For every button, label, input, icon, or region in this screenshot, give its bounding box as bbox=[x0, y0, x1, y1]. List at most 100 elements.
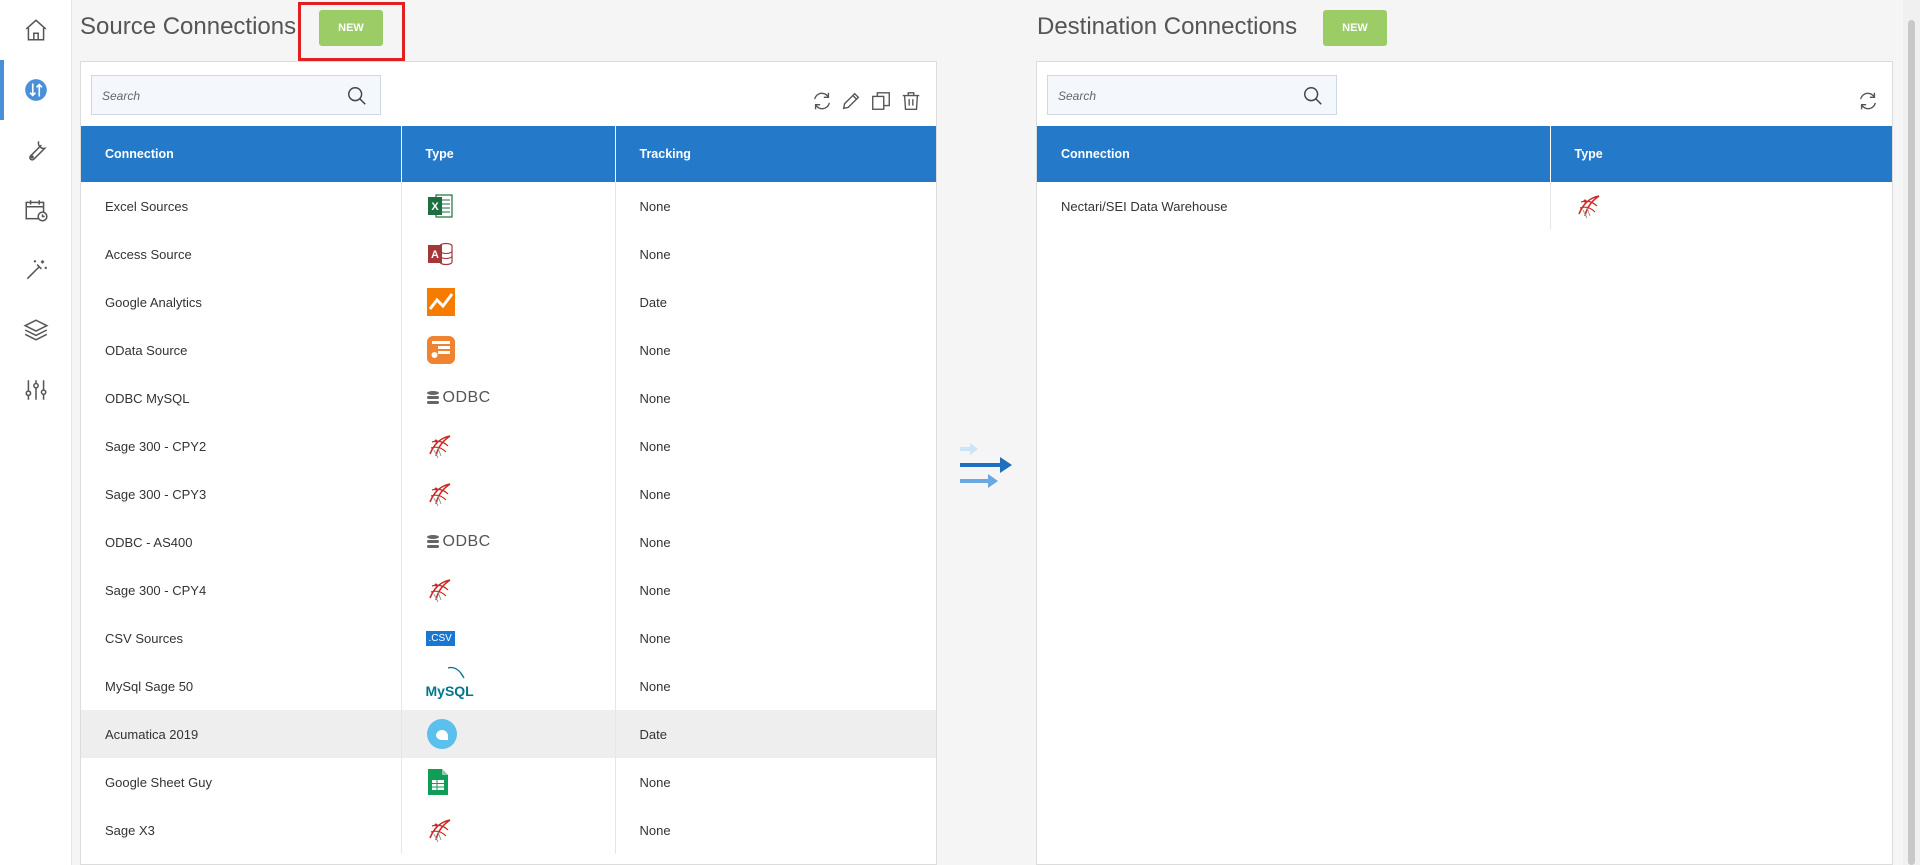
connection-type-cell[interactable]: .CSV bbox=[401, 614, 616, 662]
table-row[interactable]: Sage 300 - CPY3 None bbox=[81, 470, 936, 518]
source-delete-button[interactable] bbox=[900, 90, 924, 114]
table-row[interactable]: Sage 300 - CPY4 None bbox=[81, 566, 936, 614]
tracking-cell[interactable]: None bbox=[615, 422, 936, 470]
connection-type-cell[interactable] bbox=[1550, 182, 1892, 230]
table-row[interactable]: Nectari/SEI Data Warehouse bbox=[1037, 182, 1892, 230]
acumatica-icon bbox=[426, 710, 615, 758]
left-navigation bbox=[0, 0, 72, 865]
destination-refresh-button[interactable] bbox=[1857, 90, 1881, 114]
connection-type-cell[interactable]: X bbox=[401, 182, 616, 230]
column-header-type[interactable]: Type bbox=[401, 126, 616, 182]
connection-name-cell[interactable]: Google Analytics bbox=[81, 278, 402, 326]
google-sheets-icon bbox=[426, 758, 615, 806]
source-connections-table: Connection Type Tracking Excel Sources X N… bbox=[81, 126, 936, 854]
connection-name-cell[interactable]: Sage X3 bbox=[81, 806, 402, 854]
source-search-input[interactable] bbox=[92, 76, 344, 116]
table-row[interactable]: OData Source None bbox=[81, 326, 936, 374]
odbc-icon: ODBC bbox=[426, 518, 615, 566]
csv-icon: .CSV bbox=[425, 614, 615, 662]
column-header-tracking[interactable]: Tracking bbox=[615, 126, 936, 182]
source-refresh-button[interactable] bbox=[811, 90, 835, 114]
refresh-icon bbox=[1859, 92, 1877, 110]
connection-name-cell[interactable]: ODBC MySQL bbox=[81, 374, 402, 422]
new-destination-button[interactable]: NEW bbox=[1323, 10, 1387, 46]
connection-type-cell[interactable] bbox=[401, 710, 616, 758]
sql-server-icon bbox=[1575, 182, 1893, 230]
connection-type-cell[interactable] bbox=[401, 566, 616, 614]
column-header-connection[interactable]: Connection bbox=[81, 126, 402, 182]
connection-type-cell[interactable] bbox=[401, 326, 616, 374]
source-edit-button[interactable] bbox=[840, 90, 864, 114]
connection-name-cell[interactable]: Acumatica 2019 bbox=[81, 710, 402, 758]
connection-name-cell[interactable]: Nectari/SEI Data Warehouse bbox=[1037, 182, 1551, 230]
sql-server-icon bbox=[426, 422, 615, 470]
tracking-cell[interactable]: None bbox=[615, 374, 936, 422]
table-row[interactable]: Acumatica 2019 Date bbox=[81, 710, 936, 758]
connection-type-cell[interactable] bbox=[401, 758, 616, 806]
tracking-cell[interactable]: None bbox=[615, 518, 936, 566]
connection-type-cell[interactable]: ODBC bbox=[401, 374, 616, 422]
tracking-cell[interactable]: None bbox=[615, 326, 936, 374]
tracking-cell[interactable]: None bbox=[615, 614, 936, 662]
nav-data-transfer[interactable] bbox=[0, 60, 71, 120]
nav-tools[interactable] bbox=[0, 120, 71, 180]
table-row[interactable]: ODBC MySQL ODBC None bbox=[81, 374, 936, 422]
table-header-row: Connection Type bbox=[1037, 126, 1892, 182]
excel-icon: X bbox=[426, 182, 615, 230]
connection-type-cell[interactable] bbox=[401, 806, 616, 854]
tracking-cell[interactable]: Date bbox=[615, 710, 936, 758]
tracking-cell[interactable]: None bbox=[615, 470, 936, 518]
refresh-icon bbox=[813, 92, 831, 110]
tracking-cell[interactable]: None bbox=[615, 662, 936, 710]
connection-name-cell[interactable]: CSV Sources bbox=[81, 614, 402, 662]
nav-settings[interactable] bbox=[0, 360, 71, 420]
connection-type-cell[interactable]: A bbox=[401, 230, 616, 278]
connection-name-cell[interactable]: OData Source bbox=[81, 326, 402, 374]
destination-search-input[interactable] bbox=[1048, 76, 1300, 116]
connection-name-cell[interactable]: Excel Sources bbox=[81, 182, 402, 230]
tracking-cell[interactable]: None bbox=[615, 182, 936, 230]
connection-type-cell[interactable] bbox=[401, 470, 616, 518]
svg-text:X: X bbox=[431, 201, 439, 213]
scrollbar-thumb[interactable] bbox=[1908, 20, 1915, 865]
table-row[interactable]: CSV Sources .CSV None bbox=[81, 614, 936, 662]
connection-name-cell[interactable]: Google Sheet Guy bbox=[81, 758, 402, 806]
search-icon[interactable] bbox=[346, 85, 368, 107]
tracking-cell[interactable]: None bbox=[615, 230, 936, 278]
table-row[interactable]: Sage 300 - CPY2 None bbox=[81, 422, 936, 470]
tracking-cell[interactable]: None bbox=[615, 806, 936, 854]
search-icon[interactable] bbox=[1302, 85, 1324, 107]
tracking-cell[interactable]: Date bbox=[615, 278, 936, 326]
nav-home[interactable] bbox=[0, 0, 71, 60]
nav-layers[interactable] bbox=[0, 300, 71, 360]
page-scrollbar[interactable] bbox=[1903, 0, 1920, 865]
connection-type-cell[interactable] bbox=[401, 278, 616, 326]
column-header-type[interactable]: Type bbox=[1550, 126, 1892, 182]
tracking-cell[interactable]: None bbox=[615, 566, 936, 614]
connection-name-cell[interactable]: MySql Sage 50 bbox=[81, 662, 402, 710]
source-copy-button[interactable] bbox=[870, 90, 894, 114]
tracking-cell[interactable]: None bbox=[615, 758, 936, 806]
table-row[interactable]: Sage X3 None bbox=[81, 806, 936, 854]
table-row[interactable]: ODBC - AS400 ODBC None bbox=[81, 518, 936, 566]
table-row[interactable]: Google Sheet Guy None bbox=[81, 758, 936, 806]
table-row[interactable]: Access Source A None bbox=[81, 230, 936, 278]
connection-type-cell[interactable]: MySQL bbox=[401, 662, 616, 710]
nav-schedule[interactable] bbox=[0, 180, 71, 240]
connection-type-cell[interactable]: ODBC bbox=[401, 518, 616, 566]
connection-name-cell[interactable]: Sage 300 - CPY4 bbox=[81, 566, 402, 614]
table-row[interactable]: Excel Sources X None bbox=[81, 182, 936, 230]
sql-server-icon bbox=[426, 806, 615, 854]
table-row[interactable]: MySql Sage 50 MySQL None bbox=[81, 662, 936, 710]
connection-name-cell[interactable]: ODBC - AS400 bbox=[81, 518, 402, 566]
connection-name-cell[interactable]: Sage 300 - CPY2 bbox=[81, 422, 402, 470]
destination-connections-title: Destination Connections bbox=[1037, 13, 1298, 40]
source-connections-panel: Connection Type Tracking Excel Sources X N… bbox=[80, 61, 937, 865]
connection-name-cell[interactable]: Sage 300 - CPY3 bbox=[81, 470, 402, 518]
table-row[interactable]: Google Analytics Date bbox=[81, 278, 936, 326]
google-analytics-icon bbox=[426, 278, 615, 326]
connection-name-cell[interactable]: Access Source bbox=[81, 230, 402, 278]
nav-wizard[interactable] bbox=[0, 240, 71, 300]
connection-type-cell[interactable] bbox=[401, 422, 616, 470]
column-header-connection[interactable]: Connection bbox=[1037, 126, 1551, 182]
